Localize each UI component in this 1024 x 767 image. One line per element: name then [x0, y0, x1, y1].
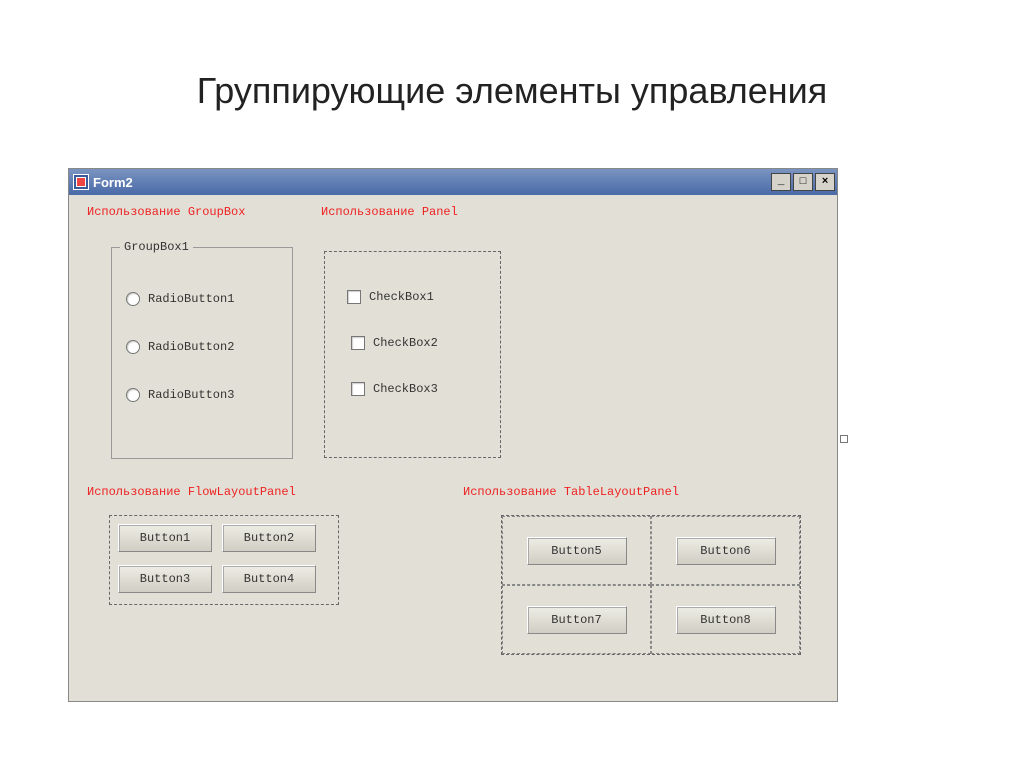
groupbox-legend: GroupBox1	[120, 240, 193, 254]
form-window: Form2 _ □ × Использование GroupBox Испол…	[68, 168, 838, 702]
button-8[interactable]: Button8	[676, 606, 776, 634]
checkbox-3[interactable]: CheckBox3	[351, 382, 438, 396]
button-5[interactable]: Button5	[527, 537, 627, 565]
window-title: Form2	[93, 175, 133, 190]
radio-2[interactable]: RadioButton2	[126, 340, 234, 354]
table-layout-panel: Button5 Button6 Button7 Button8	[501, 515, 801, 655]
checkbox-icon	[347, 290, 361, 304]
radio-icon	[126, 292, 140, 306]
checkbox-label: CheckBox3	[373, 382, 438, 396]
radio-icon	[126, 340, 140, 354]
button-6[interactable]: Button6	[676, 537, 776, 565]
section-label-table: Использование TableLayoutPanel	[463, 485, 679, 499]
button-2[interactable]: Button2	[222, 524, 316, 552]
table-cell: Button6	[651, 516, 800, 585]
checkbox-icon	[351, 382, 365, 396]
radio-label: RadioButton1	[148, 292, 234, 306]
app-icon	[73, 174, 89, 190]
minimize-button[interactable]: _	[771, 173, 791, 191]
panel: CheckBox1 CheckBox2 CheckBox3	[324, 251, 501, 458]
radio-label: RadioButton3	[148, 388, 234, 402]
form-client-area: Использование GroupBox Использование Pan…	[69, 195, 837, 701]
table-cell: Button7	[502, 585, 651, 654]
button-1[interactable]: Button1	[118, 524, 212, 552]
close-button[interactable]: ×	[815, 173, 835, 191]
radio-3[interactable]: RadioButton3	[126, 388, 234, 402]
table-cell: Button5	[502, 516, 651, 585]
flow-layout-panel: Button1 Button2 Button3 Button4	[109, 515, 339, 605]
checkbox-icon	[351, 336, 365, 350]
button-4[interactable]: Button4	[222, 565, 316, 593]
resize-handle-icon[interactable]	[840, 435, 848, 443]
radio-icon	[126, 388, 140, 402]
window-controls: _ □ ×	[771, 173, 835, 191]
maximize-button[interactable]: □	[793, 173, 813, 191]
button-3[interactable]: Button3	[118, 565, 212, 593]
section-label-panel: Использование Panel	[321, 205, 458, 219]
checkbox-label: CheckBox2	[373, 336, 438, 350]
titlebar: Form2 _ □ ×	[69, 169, 837, 195]
button-7[interactable]: Button7	[527, 606, 627, 634]
checkbox-2[interactable]: CheckBox2	[351, 336, 438, 350]
table-cell: Button8	[651, 585, 800, 654]
titlebar-left: Form2	[73, 174, 133, 190]
radio-1[interactable]: RadioButton1	[126, 292, 234, 306]
slide-title: Группирующие элементы управления	[0, 70, 1024, 112]
groupbox: GroupBox1 RadioButton1 RadioButton2 Radi…	[111, 247, 293, 459]
checkbox-label: CheckBox1	[369, 290, 434, 304]
section-label-flow: Использование FlowLayoutPanel	[87, 485, 296, 499]
radio-label: RadioButton2	[148, 340, 234, 354]
checkbox-1[interactable]: CheckBox1	[347, 290, 434, 304]
section-label-groupbox: Использование GroupBox	[87, 205, 245, 219]
